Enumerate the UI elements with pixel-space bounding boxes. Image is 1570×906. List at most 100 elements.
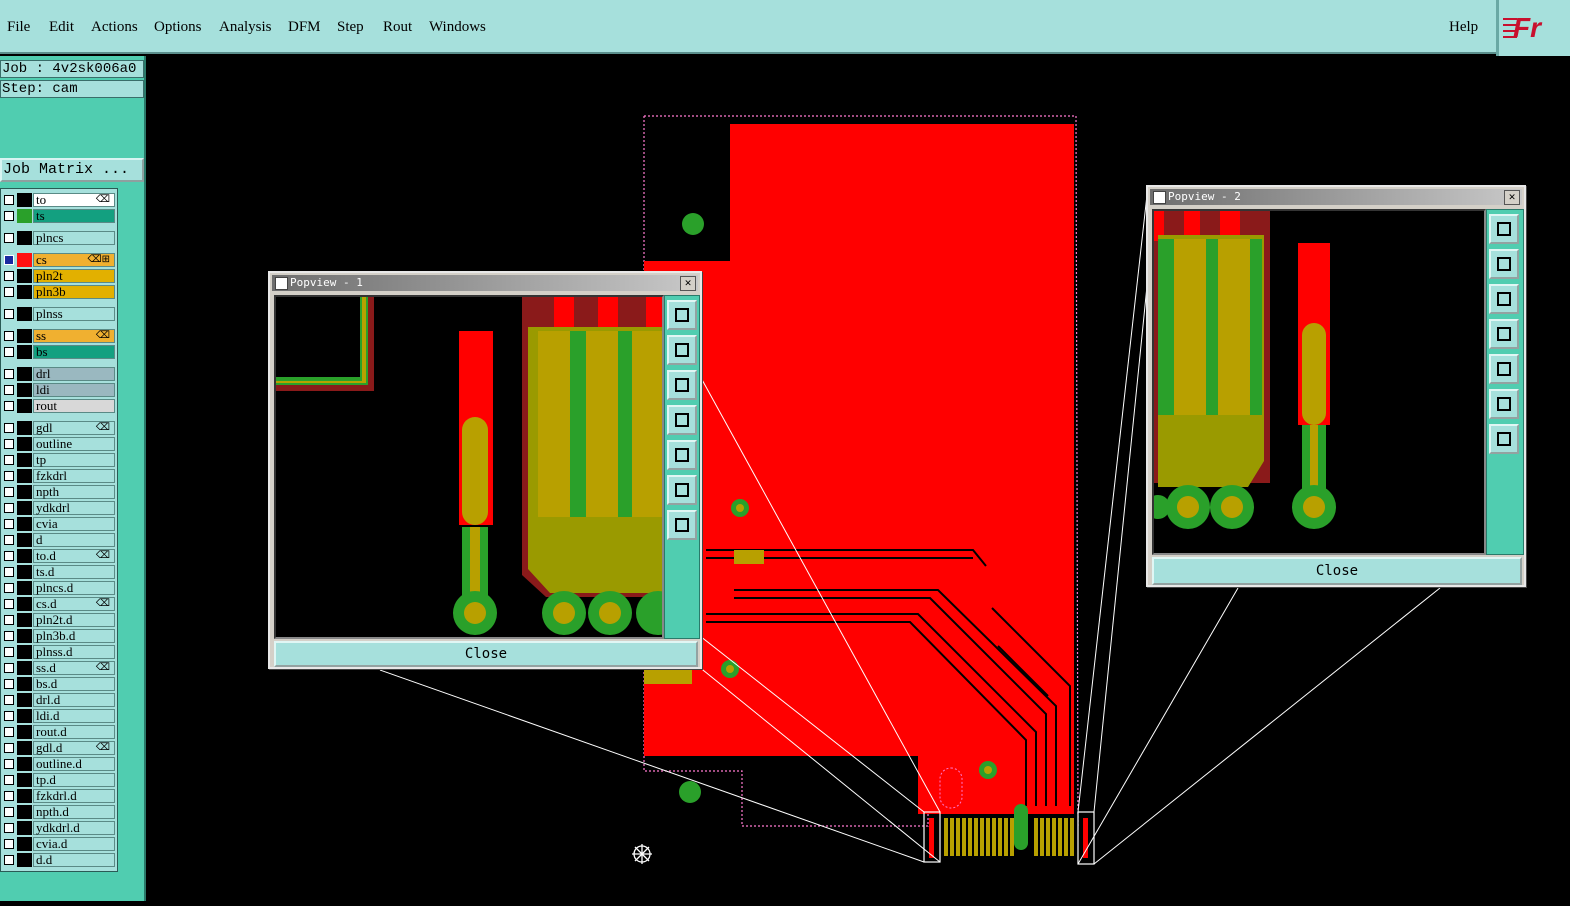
popview-2-close-button[interactable]: Close [1152,557,1522,585]
layer-checkbox[interactable] [4,791,14,801]
layer-checkbox[interactable] [4,487,14,497]
layer-row-bs-d[interactable]: bs.d [1,677,117,691]
layer-row-pln3b[interactable]: pln3b [1,285,117,299]
layer-color-swatch[interactable] [17,367,32,381]
layer-checkbox[interactable] [4,287,14,297]
layer-checkbox[interactable] [4,347,14,357]
layer-checkbox[interactable] [4,583,14,593]
layer-color-swatch[interactable] [17,253,32,267]
layer-name[interactable]: npth [33,485,115,499]
layer-color-swatch[interactable] [17,345,32,359]
layer-row-plncs-d[interactable]: plncs.d [1,581,117,595]
layer-row-cs[interactable]: cs ⌫⊞ [1,253,117,267]
layer-color-swatch[interactable] [17,741,32,755]
layer-checkbox[interactable] [4,211,14,221]
layer-name[interactable]: outline.d [33,757,115,771]
layer-name[interactable]: npth.d [33,805,115,819]
layer-color-swatch[interactable] [17,437,32,451]
layer-name[interactable]: pln2t.d [33,613,115,627]
layer-color-swatch[interactable] [17,469,32,483]
layer-name[interactable]: ts [33,209,115,223]
layer-name[interactable]: to ⌫ [33,193,115,207]
menu-file[interactable]: File [7,19,30,36]
layer-name[interactable]: rout.d [33,725,115,739]
pan-up-icon[interactable] [1489,249,1519,279]
layer-name[interactable]: pln2t [33,269,115,283]
layer-checkbox[interactable] [4,615,14,625]
layer-checkbox[interactable] [4,195,14,205]
layer-row-ts-d[interactable]: ts.d [1,565,117,579]
layer-color-swatch[interactable] [17,209,32,223]
zoom-in-icon[interactable] [1489,389,1519,419]
layer-checkbox[interactable] [4,599,14,609]
layer-color-swatch[interactable] [17,645,32,659]
layer-color-swatch[interactable] [17,285,32,299]
layer-checkbox[interactable] [4,743,14,753]
layer-row-d[interactable]: d [1,533,117,547]
layer-row-cvia[interactable]: cvia [1,517,117,531]
layer-row-outline-d[interactable]: outline.d [1,757,117,771]
layer-row-drl[interactable]: drl [1,367,117,381]
menu-actions[interactable]: Actions [91,19,138,36]
layer-row-ydkdrl[interactable]: ydkdrl [1,501,117,515]
layer-row-outline[interactable]: outline [1,437,117,451]
layer-color-swatch[interactable] [17,629,32,643]
menu-step[interactable]: Step [337,19,364,36]
layer-color-swatch[interactable] [17,501,32,515]
layer-name[interactable]: drl.d [33,693,115,707]
layer-row-cs-d[interactable]: cs.d ⌫ [1,597,117,611]
layer-name[interactable]: gdl.d ⌫ [33,741,115,755]
job-matrix-button[interactable]: Job Matrix ... [0,158,144,182]
layer-color-swatch[interactable] [17,269,32,283]
layer-row-to-d[interactable]: to.d ⌫ [1,549,117,563]
layer-row-bs[interactable]: bs [1,345,117,359]
layer-name[interactable]: ss ⌫ [33,329,115,343]
layer-row-plncs[interactable]: plncs [1,231,117,245]
layer-color-swatch[interactable] [17,757,32,771]
layer-checkbox[interactable] [4,535,14,545]
layer-checkbox[interactable] [4,369,14,379]
layer-name[interactable]: gdl ⌫ [33,421,115,435]
layer-checkbox[interactable] [4,271,14,281]
layer-color-swatch[interactable] [17,597,32,611]
layer-checkbox[interactable] [4,519,14,529]
layer-name[interactable]: ldi.d [33,709,115,723]
menu-windows[interactable]: Windows [429,19,486,36]
layer-name[interactable]: plncs [33,231,115,245]
layer-name[interactable]: cvia.d [33,837,115,851]
layer-name[interactable]: bs [33,345,115,359]
layer-name[interactable]: rout [33,399,115,413]
layer-row-gdl[interactable]: gdl ⌫ [1,421,117,435]
layer-color-swatch[interactable] [17,399,32,413]
menu-edit[interactable]: Edit [49,19,74,36]
layer-checkbox[interactable] [4,503,14,513]
layer-checkbox[interactable] [4,423,14,433]
layer-checkbox[interactable] [4,695,14,705]
layer-color-swatch[interactable] [17,677,32,691]
layer-checkbox[interactable] [4,823,14,833]
layer-color-swatch[interactable] [17,853,32,867]
layer-row-plnss[interactable]: plnss [1,307,117,321]
layer-checkbox[interactable] [4,679,14,689]
layer-row-gdl-d[interactable]: gdl.d ⌫ [1,741,117,755]
layer-name[interactable]: outline [33,437,115,451]
layer-checkbox[interactable] [4,385,14,395]
layer-name[interactable]: d.d [33,853,115,867]
menu-help[interactable]: Help [1449,19,1478,36]
layer-color-swatch[interactable] [17,661,32,675]
layer-name[interactable]: ldi [33,383,115,397]
layer-color-swatch[interactable] [17,613,32,627]
layer-checkbox[interactable] [4,855,14,865]
layer-color-swatch[interactable] [17,517,32,531]
layer-checkbox[interactable] [4,759,14,769]
layer-checkbox[interactable] [4,309,14,319]
layer-row-ydkdrl-d[interactable]: ydkdrl.d [1,821,117,835]
layer-row-drl-d[interactable]: drl.d [1,693,117,707]
layer-checkbox[interactable] [4,567,14,577]
layer-row-fzkdrl-d[interactable]: fzkdrl.d [1,789,117,803]
layer-name[interactable]: plnss.d [33,645,115,659]
layer-color-swatch[interactable] [17,821,32,835]
zoom-in-icon[interactable] [667,475,697,505]
layer-checkbox[interactable] [4,647,14,657]
layer-name[interactable]: to.d ⌫ [33,549,115,563]
